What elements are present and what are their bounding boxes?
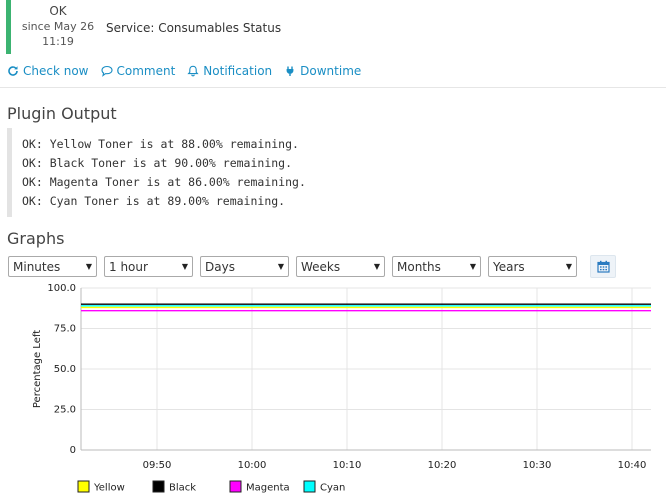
legend-swatch-cyan [303, 480, 316, 493]
refresh-icon [8, 66, 18, 76]
plugin-output-line: OK: Black Toner is at 90.00% remaining. [22, 156, 293, 170]
chevron-down-icon: ▼ [469, 262, 476, 271]
select-value: Weeks [301, 259, 341, 274]
notification-label: Notification [203, 64, 273, 78]
check-now-link[interactable]: Check now [7, 64, 89, 78]
graphs-title: Graphs [7, 229, 65, 248]
x-tick-label: 09:50 [143, 460, 172, 471]
select-months[interactable]: Months ▼ [392, 256, 481, 277]
legend-swatch-yellow [77, 480, 90, 493]
legend-label-cyan: Cyan [320, 483, 345, 494]
y-tick-label: 75.0 [54, 324, 76, 335]
select-years[interactable]: Years ▼ [488, 256, 577, 277]
downtime-label: Downtime [300, 64, 362, 78]
plugin-output-box: OK: Yellow Toner is at 88.00% remaining.… [7, 128, 527, 217]
status-time: 11:19 [42, 35, 74, 48]
chevron-down-icon: ▼ [373, 262, 380, 271]
y-tick-label: 50.0 [54, 364, 76, 375]
select-value: Minutes [13, 259, 61, 274]
x-tick-label: 10:00 [238, 460, 267, 471]
y-tick-label: 100.0 [47, 283, 76, 294]
x-tick-label: 10:40 [618, 460, 647, 471]
downtime-link[interactable]: Downtime [284, 64, 361, 78]
status-block: OK since May 26 11:19 [14, 4, 102, 49]
chevron-down-icon: ▼ [565, 262, 572, 271]
comment-icon [100, 65, 113, 77]
plugin-output-title: Plugin Output [7, 104, 117, 123]
calendar-button[interactable] [590, 255, 616, 278]
legend-label-yellow: Yellow [93, 483, 125, 494]
plugin-output-line: OK: Yellow Toner is at 88.00% remaining. [22, 137, 299, 151]
select-value: Days [205, 259, 235, 274]
select-minutes[interactable]: Minutes ▼ [8, 256, 97, 277]
status-state: OK [49, 4, 67, 18]
y-axis-label: Percentage Left [32, 330, 43, 408]
select-days[interactable]: Days ▼ [200, 256, 289, 277]
x-tick-label: 10:20 [428, 460, 457, 471]
select-weeks[interactable]: Weeks ▼ [296, 256, 385, 277]
notification-link[interactable]: Notification [187, 64, 272, 78]
legend-label-magenta: Magenta [246, 483, 290, 494]
select-value: Months [397, 259, 441, 274]
select-hours[interactable]: 1 hour ▼ [104, 256, 193, 277]
chevron-down-icon: ▼ [181, 262, 188, 271]
check-now-label: Check now [23, 64, 89, 78]
chevron-down-icon: ▼ [85, 262, 92, 271]
chevron-down-icon: ▼ [277, 262, 284, 271]
y-tick-label: 25.0 [54, 405, 76, 416]
service-label: Service: Consumables Status [106, 21, 282, 35]
graph-controls: Minutes ▼ 1 hour ▼ Days ▼ Weeks ▼ Months ▼ Ye… [8, 255, 616, 278]
legend-swatch-magenta [229, 480, 242, 493]
comment-link[interactable]: Comment [100, 64, 176, 78]
status-indicator-bar [6, 0, 11, 54]
bell-icon [187, 65, 199, 77]
y-tick-label: 0 [70, 445, 76, 456]
comment-label: Comment [116, 64, 176, 78]
legend-label-black: Black [169, 483, 196, 494]
x-tick-label: 10:10 [333, 460, 362, 471]
toner-chart: 100.0 75.0 50.0 25.0 0 09:50 10:00 10:10 10:20 10… [32, 283, 651, 494]
calendar-icon [596, 260, 610, 273]
select-value: 1 hour [109, 259, 148, 274]
status-since: since May 26 [21, 20, 95, 33]
select-value: Years [493, 259, 525, 274]
legend-swatch-black [152, 480, 165, 493]
divider [0, 87, 666, 88]
x-tick-label: 10:30 [523, 460, 552, 471]
plugin-output-line: OK: Cyan Toner is at 89.00% remaining. [22, 194, 286, 208]
plug-icon [286, 66, 294, 76]
plugin-output-line: OK: Magenta Toner is at 86.00% remaining… [22, 175, 306, 189]
action-bar: Check now Comment Notification Downtime [7, 64, 361, 78]
